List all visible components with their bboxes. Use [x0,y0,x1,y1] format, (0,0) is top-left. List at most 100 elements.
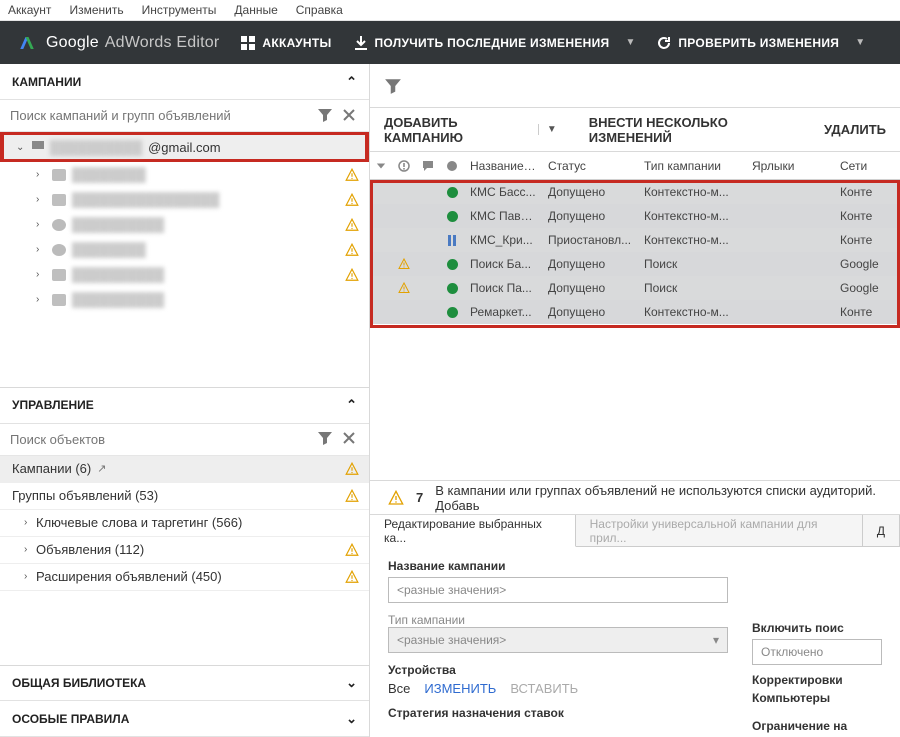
add-campaign-button[interactable]: ДОБАВИТЬ КАМПАНИЮ ▼ [384,115,565,145]
tree-toggle-icon[interactable]: › [36,219,46,230]
enabled-dot-icon [447,211,458,222]
add-campaign-label: ДОБАВИТЬ КАМПАНИЮ [384,115,528,145]
tree-campaign-row[interactable]: › ████████ [0,237,369,262]
tree-toggle-icon[interactable]: › [36,244,46,255]
campaigns-header[interactable]: КАМПАНИИ ⌃ [0,64,369,100]
col-status-icon[interactable] [440,161,464,171]
check-changes-caret-icon[interactable]: ▼ [855,37,865,48]
row-type: Контекстно-м... [638,209,746,223]
col-comment-icon[interactable] [416,160,440,172]
account-row[interactable]: ⌄ ██████████ @gmail.com [0,132,369,162]
table-row[interactable]: Поиск Ба...ДопущеноПоискGoogle [370,252,900,276]
campaign-type-select[interactable]: <разные значения> ▾ [388,627,728,653]
tree-campaign-row[interactable]: › ████████████████ [0,187,369,212]
menu-edit[interactable]: Изменить [69,3,123,17]
mgmt-item-extensions[interactable]: › Расширения объявлений (450) [0,564,369,591]
mgmt-item-campaigns[interactable]: Кампании (6) ↗ [0,456,369,483]
bulk-edit-button[interactable]: ВНЕСТИ НЕСКОЛЬКО ИЗМЕНЕНИЙ [589,115,800,145]
warning-summary[interactable]: 7 В кампании или группах объявлений не и… [370,481,900,515]
filter-icon[interactable] [384,77,402,95]
campaign-name-blurred: ██████████ [72,292,164,307]
clear-icon[interactable] [341,107,359,125]
tree-toggle-icon[interactable]: › [36,169,46,180]
campaign-name-input[interactable] [388,577,728,603]
get-changes-button[interactable]: ПОЛУЧИТЬ ПОСЛЕДНИЕ ИЗМЕНЕНИЯ [354,36,610,50]
campaign-search-input[interactable] [10,108,311,123]
get-changes-label: ПОЛУЧИТЬ ПОСЛЕДНИЕ ИЗМЕНЕНИЯ [375,36,610,50]
row-network: Конте [834,305,890,319]
delete-button[interactable]: УДАЛИТЬ [824,122,886,137]
brand-logo: Google AdWords Editor [18,34,219,52]
clear-icon[interactable] [341,430,359,448]
object-search-input[interactable] [10,432,311,447]
tab-more[interactable]: Д [863,515,900,546]
mgmt-item-keywords[interactable]: › Ключевые слова и таргетинг (566) [0,510,369,537]
mgmt-item-ads[interactable]: › Объявления (112) [0,537,369,564]
tree-toggle-icon[interactable]: › [24,544,36,555]
table-row[interactable]: Поиск Па...ДопущеноПоискGoogle [370,276,900,300]
warning-icon [345,193,359,207]
accounts-button[interactable]: АККАУНТЫ [241,36,331,50]
row-status: Допущено [542,209,638,223]
campaigns-header-label: КАМПАНИИ [12,75,81,89]
campaign-name-blurred: ████████ [72,242,146,257]
custom-rules-header[interactable]: ОСОБЫЕ ПРАВИЛА ⌄ [0,701,369,737]
col-labels[interactable]: Ярлыки [746,159,834,173]
menu-help[interactable]: Справка [296,3,343,17]
check-changes-label: ПРОВЕРИТЬ ИЗМЕНЕНИЯ [678,36,839,50]
form-name-label: Название кампании [388,559,728,573]
table-row[interactable]: КМС Пави...ДопущеноКонтекстно-м...Конте [370,204,900,228]
warning-icon [345,543,359,557]
table-row[interactable]: КМС Басс...ДопущеноКонтекстно-м...Конте [370,180,900,204]
table-row[interactable]: Ремаркет...ДопущеноКонтекстно-м...Конте [370,300,900,324]
col-status[interactable]: Статус [542,159,638,173]
campaigns-table: Название ... Статус Тип кампании Ярлыки … [370,152,900,324]
row-name: КМС_Кри... [464,233,542,247]
tree-toggle-icon[interactable]: › [24,517,36,528]
tree-campaign-row[interactable]: › ██████████ [0,287,369,312]
shared-library-header[interactable]: ОБЩАЯ БИБЛИОТЕКА ⌄ [0,665,369,701]
include-search-select[interactable]: Отключено [752,639,882,665]
filter-icon[interactable] [317,430,335,448]
table-header: Название ... Статус Тип кампании Ярлыки … [370,152,900,180]
tree-toggle-icon[interactable]: › [36,269,46,280]
campaign-name-blurred: ████████ [72,167,146,182]
management-header[interactable]: УПРАВЛЕНИЕ ⌃ [0,388,369,424]
dropdown-caret-icon[interactable]: ▼ [538,124,565,135]
tree-campaign-row[interactable]: › ██████████ [0,262,369,287]
menu-data[interactable]: Данные [234,3,277,17]
col-name[interactable]: Название ... [464,159,542,173]
menu-tools[interactable]: Инструменты [142,3,217,17]
tree-campaign-row[interactable]: › ██████████ [0,212,369,237]
mgmt-item-label: Ключевые слова и таргетинг (566) [36,515,242,530]
tree-campaign-row[interactable]: › ████████ [0,162,369,187]
tab-uac-settings[interactable]: Настройки универсальной кампании для при… [576,515,863,546]
tree-toggle-icon[interactable]: › [36,294,46,305]
table-row[interactable]: КМС_Кри...Приостановл...Контекстно-м...К… [370,228,900,252]
col-networks[interactable]: Сети [834,159,890,173]
row-status: Допущено [542,281,638,295]
tab-edit-selected[interactable]: Редактирование выбранных ка... [370,515,576,547]
row-network: Google [834,257,890,271]
col-checkbox[interactable] [370,160,392,172]
col-error-icon[interactable] [392,160,416,172]
filter-icon[interactable] [317,107,335,125]
tree-toggle-icon[interactable]: › [24,571,36,582]
tree-toggle-icon[interactable]: ⌄ [16,142,26,153]
row-network: Конте [834,209,890,223]
devices-change-link[interactable]: ИЗМЕНИТЬ [424,681,496,696]
menu-account[interactable]: Аккаунт [8,3,51,17]
right-panel: ДОБАВИТЬ КАМПАНИЮ ▼ ВНЕСТИ НЕСКОЛЬКО ИЗМ… [370,64,900,737]
row-name: Поиск Ба... [464,257,542,271]
form-name-group: Название кампании Тип кампании <разные з… [388,559,728,737]
check-changes-button[interactable]: ПРОВЕРИТЬ ИЗМЕНЕНИЯ [657,36,839,50]
external-icon: ↗ [97,462,106,475]
campaign-name-blurred: ██████████ [72,267,164,282]
mgmt-item-adgroups[interactable]: Группы объявлений (53) [0,483,369,510]
col-type[interactable]: Тип кампании [638,159,746,173]
devices-insert[interactable]: ВСТАВИТЬ [510,681,578,696]
get-changes-caret-icon[interactable]: ▼ [625,37,635,48]
editor-tabs: Редактирование выбранных ка... Настройки… [370,515,900,547]
tree-toggle-icon[interactable]: › [36,194,46,205]
enabled-dot-icon [447,259,458,270]
